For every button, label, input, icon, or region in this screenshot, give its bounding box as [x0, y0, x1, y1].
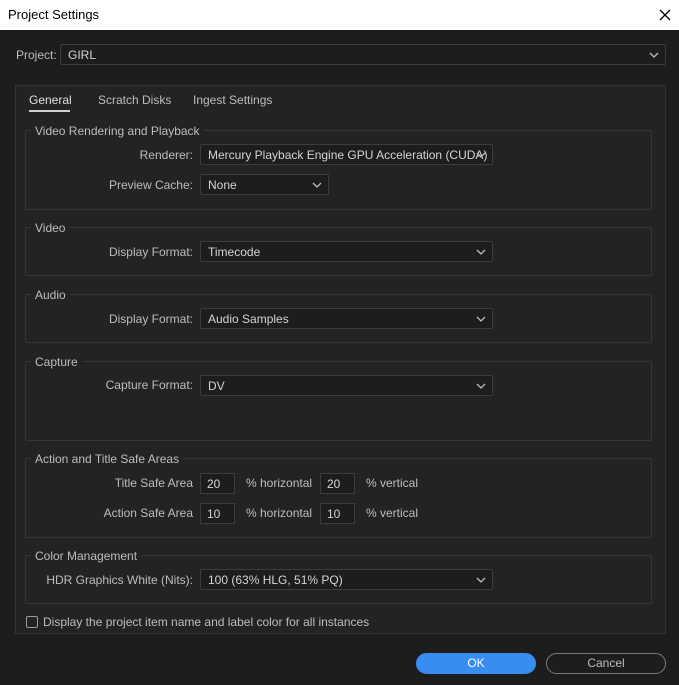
chevron-down-icon — [476, 249, 486, 255]
display-label-color-checkbox[interactable] — [26, 616, 38, 628]
title-safe-vertical-unit: % vertical — [366, 476, 419, 490]
action-safe-vertical-unit: % vertical — [366, 506, 419, 520]
title-safe-label: Title Safe Area — [114, 476, 193, 490]
close-icon[interactable] — [654, 4, 676, 26]
project-value: GIRL — [68, 48, 97, 62]
cancel-button[interactable]: Cancel — [546, 653, 666, 674]
preview-cache-select[interactable]: None — [200, 174, 329, 195]
tab-ingest-settings[interactable]: Ingest Settings — [193, 93, 272, 107]
chevron-down-icon — [476, 577, 486, 583]
action-safe-horizontal-unit: % horizontal — [246, 506, 313, 520]
tab-general[interactable]: General — [29, 93, 72, 107]
capture-format-label: Capture Format: — [105, 378, 193, 392]
chevron-down-icon — [476, 316, 486, 322]
audio-display-format-select[interactable]: Audio Samples — [200, 308, 493, 329]
window-title: Project Settings — [8, 7, 100, 22]
preview-cache-label: Preview Cache: — [108, 178, 193, 192]
title-safe-horizontal-unit: % horizontal — [246, 476, 313, 490]
renderer-value: Mercury Playback Engine GPU Acceleration… — [208, 148, 488, 162]
chevron-down-icon — [649, 52, 659, 58]
title-safe-horizontal-input[interactable]: 20 — [200, 473, 235, 494]
preview-cache-value: None — [208, 178, 237, 192]
action-safe-vertical-input[interactable]: 10 — [320, 503, 355, 524]
chevron-down-icon — [476, 383, 486, 389]
action-safe-label: Action Safe Area — [103, 506, 193, 520]
chevron-down-icon — [476, 152, 486, 158]
capture-format-value: DV — [208, 379, 225, 393]
video-display-format-label: Display Format: — [108, 245, 193, 259]
safe-areas-title: Action and Title Safe Areas — [31, 452, 184, 466]
audio-display-format-label: Display Format: — [108, 312, 193, 326]
hdr-graphics-white-select[interactable]: 100 (63% HLG, 51% PQ) — [200, 569, 493, 590]
video-rendering-title: Video Rendering and Playback — [31, 124, 204, 138]
project-label: Project: — [16, 48, 57, 62]
title-bar — [0, 0, 679, 30]
video-rendering-group — [25, 130, 652, 210]
hdr-graphics-white-value: 100 (63% HLG, 51% PQ) — [208, 573, 343, 587]
ok-button[interactable]: OK — [416, 653, 536, 674]
display-label-color-label: Display the project item name and label … — [43, 615, 370, 629]
capture-format-select[interactable]: DV — [200, 375, 493, 396]
capture-title: Capture — [31, 355, 82, 369]
video-display-format-select[interactable]: Timecode — [200, 241, 493, 262]
renderer-label: Renderer: — [139, 148, 193, 162]
capture-group — [25, 361, 652, 441]
renderer-select[interactable]: Mercury Playback Engine GPU Acceleration… — [200, 144, 493, 165]
audio-title: Audio — [31, 288, 70, 302]
tab-scratch-disks[interactable]: Scratch Disks — [98, 93, 171, 107]
chevron-down-icon — [312, 182, 322, 188]
title-safe-vertical-input[interactable]: 20 — [320, 473, 355, 494]
color-management-title: Color Management — [31, 549, 142, 563]
safe-areas-group — [25, 458, 652, 538]
hdr-graphics-white-label: HDR Graphics White (Nits): — [46, 573, 193, 587]
active-tab-indicator — [29, 110, 70, 112]
audio-display-format-value: Audio Samples — [208, 312, 289, 326]
project-select[interactable]: GIRL — [60, 44, 666, 65]
action-safe-horizontal-input[interactable]: 10 — [200, 503, 235, 524]
video-display-format-value: Timecode — [208, 245, 261, 259]
video-title: Video — [31, 221, 70, 235]
